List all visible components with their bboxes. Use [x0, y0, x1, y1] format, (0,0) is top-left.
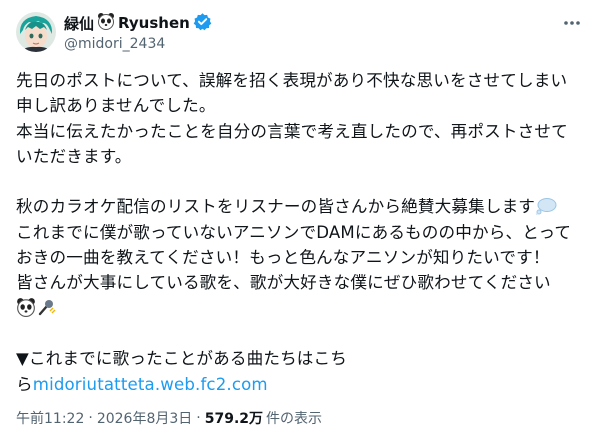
author-handle[interactable]: @midori_2434	[64, 36, 165, 52]
avatar-image	[16, 12, 56, 52]
post-line: これまでに僕が歌っていないアニソンでDAMにあるものの中から、とって	[16, 222, 572, 242]
post-line: 秋のカラオケ配信のリストをリスナーの皆さんから絶賛大募集します	[16, 197, 536, 217]
more-horizontal-icon	[564, 21, 580, 25]
website-link[interactable]: midoriutatteta.web.fc2.com	[33, 375, 268, 394]
panda-icon	[97, 12, 115, 34]
post-line: 申し訳ありませんでした。	[16, 96, 216, 116]
microphone-icon	[36, 297, 56, 324]
post-line: いただきます。	[16, 146, 132, 166]
author-name: 緑仙	[64, 14, 95, 33]
post-line: 本当に伝えたかったことを自分の言葉で考え直したので、再ポストさせて	[16, 121, 568, 141]
verified-badge-icon	[193, 12, 212, 35]
views-label: 件の表示	[266, 411, 323, 427]
views-count: 579.2万	[204, 411, 264, 427]
post-line: ▼これまでに歌ったことがある曲たちはこち	[16, 349, 348, 369]
meta-separator: ·	[196, 410, 201, 426]
emoji-line	[16, 296, 584, 321]
post-time[interactable]: 午前11:22	[16, 408, 84, 428]
author-avatar[interactable]	[16, 12, 56, 52]
post-line-with-emoji: 秋のカラオケ配信のリストをリスナーの皆さんから絶賛大募集します	[16, 194, 584, 219]
author-name-suffix: Ryushen	[118, 14, 190, 32]
post-text: 先日のポストについて、誤解を招く表現があり不快な思いをさせてしまい 申し訳ありま…	[16, 68, 584, 397]
post-line: 先日のポストについて、誤解を招く表現があり不快な思いをさせてしまい	[16, 71, 568, 90]
panda-icon	[16, 297, 36, 324]
meta-separator: ·	[88, 410, 93, 426]
post-line: おきの一曲を教えてください！もっと色んなアニソンが知りたいです！	[16, 248, 550, 268]
post-meta: 午前11:22 · 2026年8月3日 · 579.2万 件の表示	[16, 406, 322, 430]
post-date[interactable]: 2026年8月3日	[97, 408, 192, 428]
post-line: 皆さんが大事にしている歌を、歌が大好きな僕にぜひ歌わせてください	[16, 273, 551, 293]
speech-balloon-icon	[535, 197, 557, 222]
post-line-with-link: らmidoriutatteta.web.fc2.com	[16, 372, 584, 397]
post-line: ら	[16, 374, 33, 394]
author-name-row[interactable]: 緑仙 Ryushen	[64, 12, 212, 34]
more-options-button[interactable]	[560, 12, 584, 34]
